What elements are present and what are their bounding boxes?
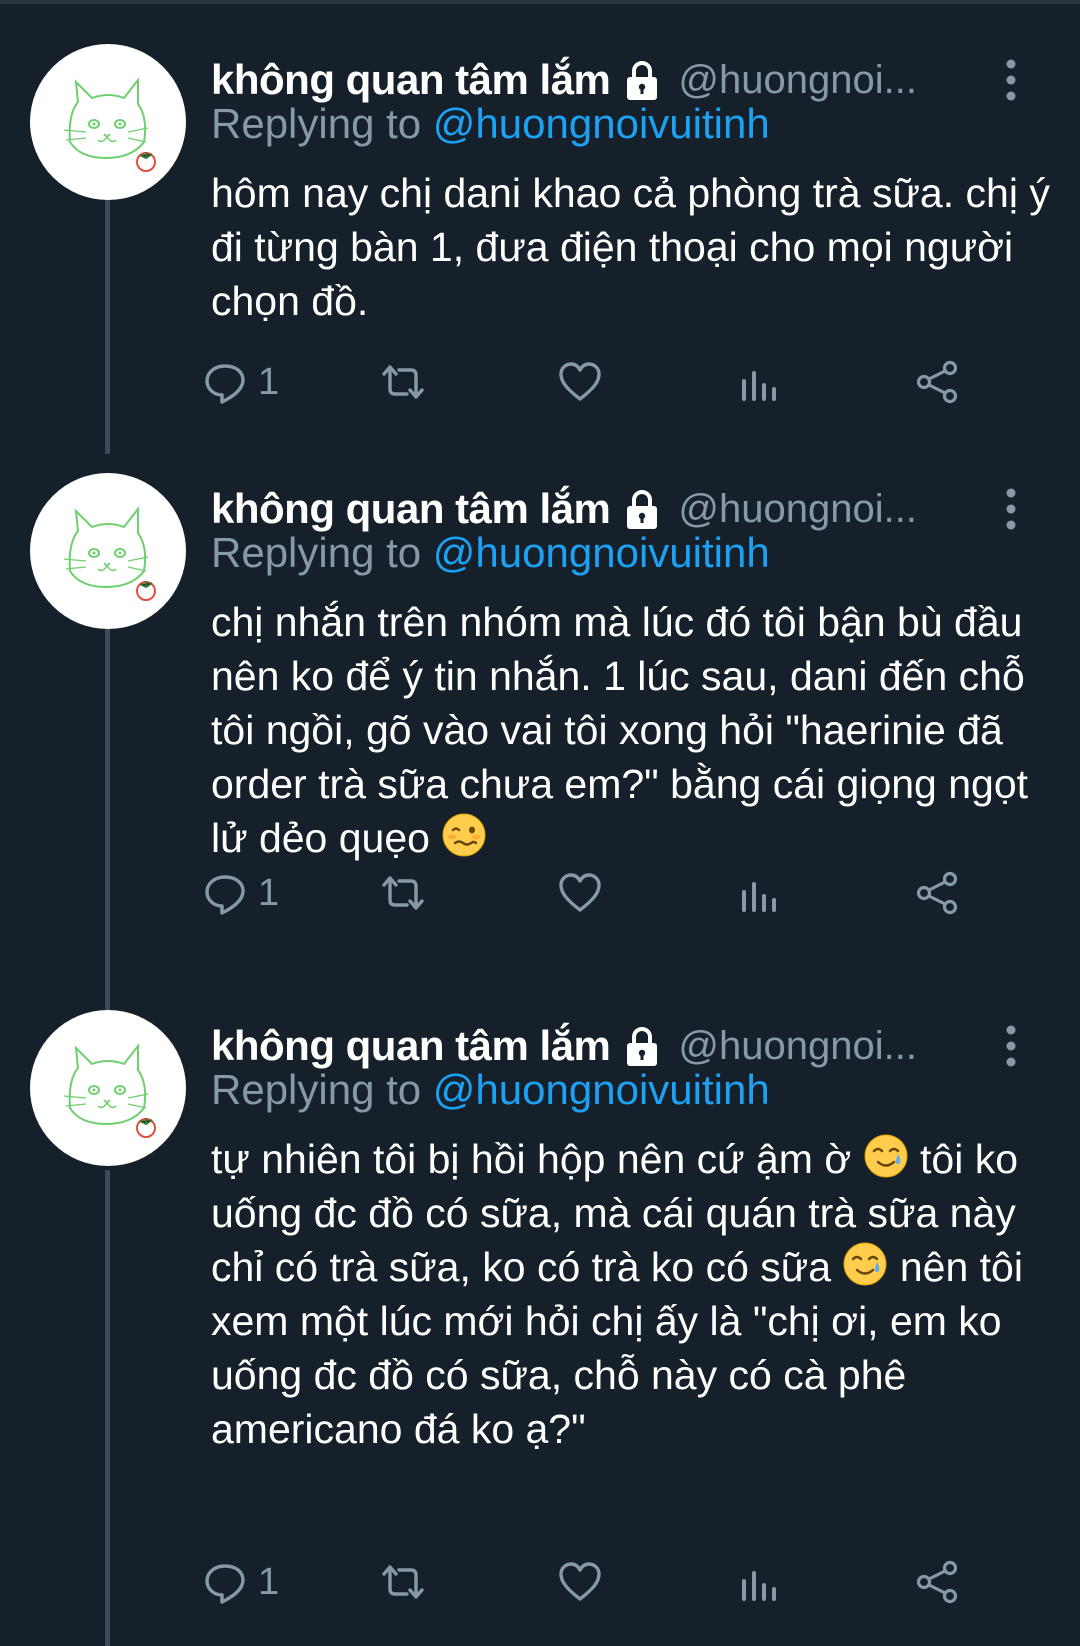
tweet-actions: 1 (0, 354, 1080, 410)
tweet-actions: 1 (0, 1554, 1080, 1610)
like-button[interactable] (557, 865, 603, 921)
replying-to: Replying to @huongnoivuitinh (211, 100, 770, 148)
analytics-button[interactable] (736, 354, 782, 410)
analytics-icon (742, 371, 776, 401)
analytics-button[interactable] (736, 1554, 782, 1610)
retweet-button[interactable] (380, 865, 426, 921)
share-button[interactable] (914, 354, 960, 410)
replying-label: Replying to (211, 1066, 433, 1113)
retweet-button[interactable] (380, 354, 426, 410)
reply-icon (205, 364, 245, 404)
reply-count: 1 (258, 871, 280, 914)
smiling-face-with-tear-emoji (843, 1242, 887, 1286)
reply-button[interactable]: 1 (202, 354, 279, 410)
mention-link[interactable]: @huongnoivuitinh (433, 100, 770, 147)
user-handle[interactable]: @huongnoi... (678, 58, 917, 103)
tweet-text: hôm nay chị dani khao cả phòng trà sữa. … (211, 166, 1051, 328)
woozy-face-emoji (442, 813, 486, 857)
retweet-icon (382, 876, 424, 910)
display-name[interactable]: không quan tâm lắm (211, 485, 611, 533)
like-button[interactable] (557, 354, 603, 410)
replying-to: Replying to @huongnoivuitinh (211, 529, 770, 577)
cat-avatar-icon (63, 79, 156, 172)
cat-avatar-icon (63, 508, 156, 601)
tweet-text: tự nhiên tôi bị hồi hộp nên cứ ậm ờ tôi … (211, 1132, 1051, 1456)
lock-icon (627, 490, 658, 529)
reply-count: 1 (258, 1560, 280, 1603)
display-name[interactable]: không quan tâm lắm (211, 56, 611, 104)
more-vertical-icon[interactable] (1004, 1024, 1018, 1068)
analytics-icon (742, 882, 776, 912)
reply-icon (205, 875, 245, 915)
share-button[interactable] (914, 865, 960, 921)
display-name[interactable]: không quan tâm lắm (211, 1022, 611, 1070)
retweet-button[interactable] (380, 1554, 426, 1610)
tweet-body: hôm nay chị dani khao cả phòng trà sữa. … (211, 170, 1050, 324)
more-vertical-icon[interactable] (1004, 487, 1018, 531)
mention-link[interactable]: @huongnoivuitinh (433, 529, 770, 576)
tweet-body: chị nhắn trên nhóm mà lúc đó tôi bận bù … (211, 599, 1029, 861)
analytics-icon (742, 1571, 776, 1601)
cat-avatar-icon (63, 1045, 156, 1138)
reply-button[interactable]: 1 (202, 865, 279, 921)
share-button[interactable] (914, 1554, 960, 1610)
tweet-actions: 1 (0, 865, 1080, 921)
replying-label: Replying to (211, 529, 433, 576)
avatar[interactable] (30, 44, 186, 200)
share-icon (916, 360, 958, 404)
smiling-face-with-tear-emoji (864, 1134, 908, 1178)
heart-icon (559, 873, 601, 912)
share-icon (916, 1560, 958, 1604)
lock-icon (627, 61, 658, 100)
avatar[interactable] (30, 1010, 186, 1166)
replying-to: Replying to @huongnoivuitinh (211, 1066, 770, 1114)
top-divider (0, 0, 1080, 4)
tweet-body-part: tự nhiên tôi bị hồi hộp nên cứ ậm ờ (211, 1136, 852, 1182)
replying-label: Replying to (211, 100, 433, 147)
user-handle[interactable]: @huongnoi... (678, 487, 917, 532)
retweet-icon (382, 1565, 424, 1599)
tweet-text: chị nhắn trên nhóm mà lúc đó tôi bận bù … (211, 595, 1051, 865)
mention-link[interactable]: @huongnoivuitinh (433, 1066, 770, 1113)
reply-icon (205, 1564, 245, 1604)
thread-connector (105, 624, 110, 1010)
thread-connector (105, 196, 110, 454)
avatar[interactable] (30, 473, 186, 629)
user-handle[interactable]: @huongnoi... (678, 1024, 917, 1069)
lock-icon (627, 1027, 658, 1066)
analytics-button[interactable] (736, 865, 782, 921)
heart-icon (559, 1562, 601, 1601)
reply-count: 1 (258, 360, 280, 403)
share-icon (916, 871, 958, 915)
reply-button[interactable]: 1 (202, 1554, 279, 1610)
retweet-icon (382, 365, 424, 399)
like-button[interactable] (557, 1554, 603, 1610)
heart-icon (559, 362, 601, 401)
more-vertical-icon[interactable] (1004, 58, 1018, 102)
